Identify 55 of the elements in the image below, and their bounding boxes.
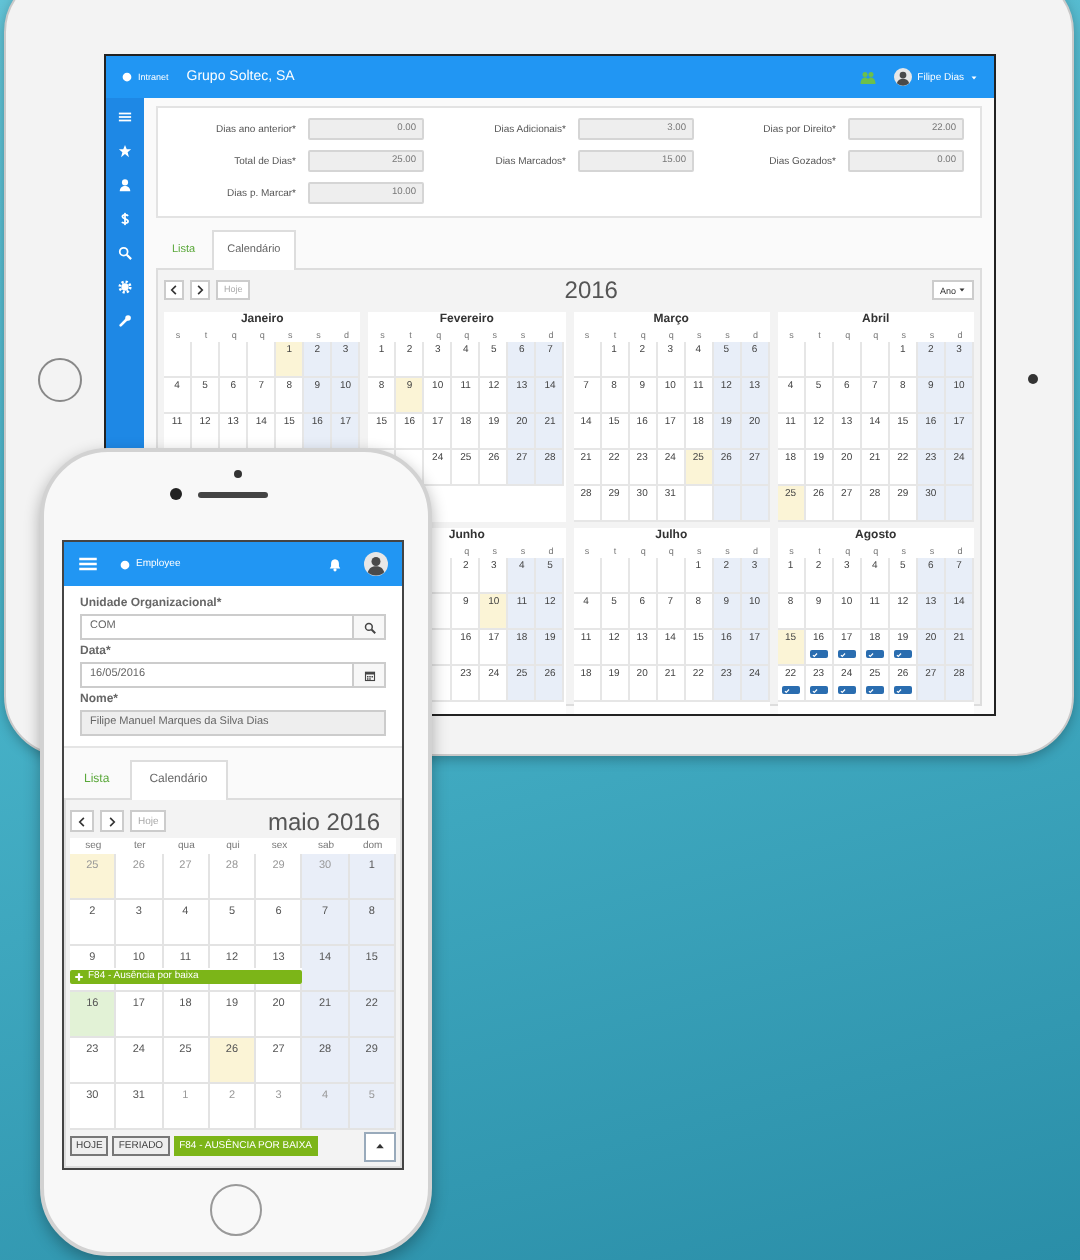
search-icon[interactable] [118,246,132,260]
previous-button[interactable] [70,810,94,832]
empty-cell [833,342,862,378]
event-marker[interactable] [893,650,912,658]
caret-icon [970,73,978,81]
empty-cell [573,342,602,378]
empty-cell [777,342,806,378]
chevron-left-icon [168,284,180,296]
event-marker[interactable] [865,686,884,694]
event-marker[interactable] [837,650,856,658]
empty-cell [601,558,630,594]
camera-dot [1028,374,1038,384]
chevron-left-icon [76,815,88,827]
next-button[interactable] [100,810,124,832]
sensor-dot [234,470,242,478]
search-icon [363,621,375,633]
caret-up-icon [374,1140,386,1152]
event-marker[interactable] [781,686,800,694]
avatar-icon[interactable] [364,552,388,576]
previous-button[interactable] [164,280,184,300]
empty-cell [861,342,890,378]
circle-icon [120,559,130,569]
user-icon[interactable] [118,178,132,192]
event-marker[interactable] [809,650,828,658]
empty-cell [164,342,193,378]
next-button[interactable] [190,280,210,300]
circle-icon [122,72,132,82]
caret-icon [958,286,966,294]
calendar-icon [363,669,375,681]
avatar-icon[interactable] [893,68,912,86]
chevron-right-icon [106,815,118,827]
empty-cell [192,342,221,378]
empty-cell [805,342,834,378]
event-marker[interactable] [809,686,828,694]
event-marker[interactable] [837,686,856,694]
empty-cell [220,342,249,378]
camera-dot [170,488,182,500]
bell-icon[interactable] [328,557,342,571]
empty-cell [657,558,686,594]
star-icon[interactable] [118,144,132,158]
calendar-button[interactable] [354,662,386,688]
menu-icon[interactable] [118,110,132,124]
empty-cell [573,558,602,594]
menu-icon[interactable] [78,554,98,574]
calendar-title: 2016 [562,276,620,304]
settings-icon[interactable] [118,280,132,294]
empty-cell [629,558,658,594]
search-button[interactable] [354,614,386,640]
wrench-icon[interactable] [118,314,132,328]
event-marker[interactable] [893,686,912,694]
dollar-icon[interactable] [118,212,132,226]
speaker-slot [198,492,268,498]
chevron-right-icon [194,284,206,296]
calendar-title: maio 2016 [265,807,382,835]
event-marker[interactable] [865,650,884,658]
